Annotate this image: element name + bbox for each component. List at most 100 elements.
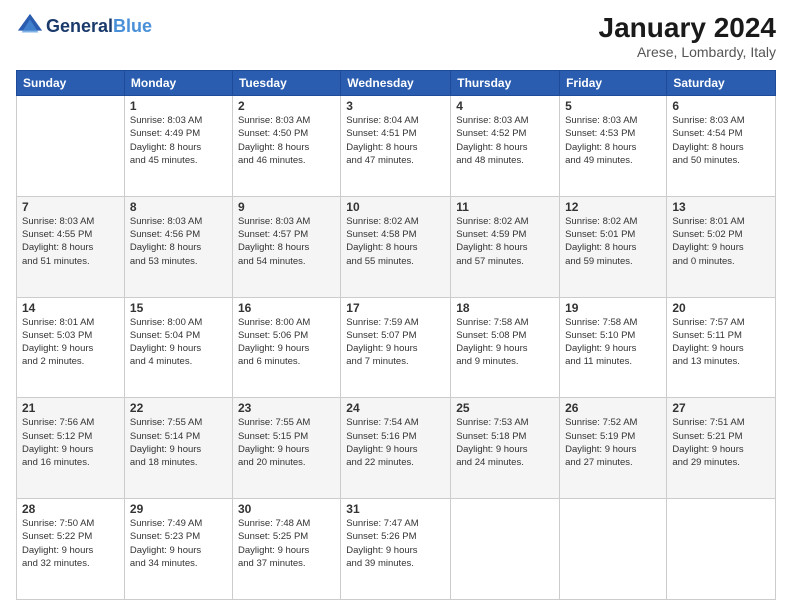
header: General Blue January 2024 Arese, Lombard… [16, 12, 776, 60]
col-tuesday: Tuesday [232, 71, 340, 96]
day-number: 8 [130, 200, 227, 214]
day-number: 26 [565, 401, 661, 415]
day-number: 19 [565, 301, 661, 315]
calendar-cell: 8Sunrise: 8:03 AMSunset: 4:56 PMDaylight… [124, 196, 232, 297]
logo-icon [16, 12, 44, 40]
calendar-cell: 25Sunrise: 7:53 AMSunset: 5:18 PMDayligh… [451, 398, 560, 499]
day-number: 17 [346, 301, 445, 315]
calendar-header-row: Sunday Monday Tuesday Wednesday Thursday… [17, 71, 776, 96]
calendar-cell: 4Sunrise: 8:03 AMSunset: 4:52 PMDaylight… [451, 96, 560, 197]
day-number: 12 [565, 200, 661, 214]
calendar-cell [560, 499, 667, 600]
day-info: Sunrise: 8:01 AMSunset: 5:02 PMDaylight:… [672, 215, 770, 268]
day-number: 13 [672, 200, 770, 214]
logo: General Blue [16, 12, 152, 40]
day-number: 2 [238, 99, 335, 113]
calendar-cell [667, 499, 776, 600]
day-number: 27 [672, 401, 770, 415]
day-number: 25 [456, 401, 554, 415]
calendar-cell: 12Sunrise: 8:02 AMSunset: 5:01 PMDayligh… [560, 196, 667, 297]
day-info: Sunrise: 7:57 AMSunset: 5:11 PMDaylight:… [672, 316, 770, 369]
calendar-cell: 18Sunrise: 7:58 AMSunset: 5:08 PMDayligh… [451, 297, 560, 398]
day-info: Sunrise: 7:58 AMSunset: 5:08 PMDaylight:… [456, 316, 554, 369]
calendar-cell: 20Sunrise: 7:57 AMSunset: 5:11 PMDayligh… [667, 297, 776, 398]
day-info: Sunrise: 7:49 AMSunset: 5:23 PMDaylight:… [130, 517, 227, 570]
calendar-cell: 5Sunrise: 8:03 AMSunset: 4:53 PMDaylight… [560, 96, 667, 197]
day-info: Sunrise: 8:02 AMSunset: 4:58 PMDaylight:… [346, 215, 445, 268]
logo-text-general: General [46, 16, 113, 37]
day-info: Sunrise: 8:00 AMSunset: 5:04 PMDaylight:… [130, 316, 227, 369]
logo-text-blue: Blue [113, 16, 152, 37]
day-number: 16 [238, 301, 335, 315]
day-info: Sunrise: 8:03 AMSunset: 4:53 PMDaylight:… [565, 114, 661, 167]
calendar-cell: 26Sunrise: 7:52 AMSunset: 5:19 PMDayligh… [560, 398, 667, 499]
calendar-cell: 6Sunrise: 8:03 AMSunset: 4:54 PMDaylight… [667, 96, 776, 197]
day-number: 7 [22, 200, 119, 214]
day-number: 1 [130, 99, 227, 113]
day-number: 14 [22, 301, 119, 315]
day-info: Sunrise: 7:54 AMSunset: 5:16 PMDaylight:… [346, 416, 445, 469]
day-info: Sunrise: 7:47 AMSunset: 5:26 PMDaylight:… [346, 517, 445, 570]
day-info: Sunrise: 7:50 AMSunset: 5:22 PMDaylight:… [22, 517, 119, 570]
day-info: Sunrise: 7:52 AMSunset: 5:19 PMDaylight:… [565, 416, 661, 469]
day-number: 11 [456, 200, 554, 214]
calendar-cell: 7Sunrise: 8:03 AMSunset: 4:55 PMDaylight… [17, 196, 125, 297]
day-info: Sunrise: 8:03 AMSunset: 4:49 PMDaylight:… [130, 114, 227, 167]
day-number: 24 [346, 401, 445, 415]
calendar-cell: 13Sunrise: 8:01 AMSunset: 5:02 PMDayligh… [667, 196, 776, 297]
location: Arese, Lombardy, Italy [599, 44, 776, 60]
day-number: 30 [238, 502, 335, 516]
day-info: Sunrise: 8:03 AMSunset: 4:52 PMDaylight:… [456, 114, 554, 167]
day-number: 10 [346, 200, 445, 214]
day-number: 4 [456, 99, 554, 113]
calendar-cell: 30Sunrise: 7:48 AMSunset: 5:25 PMDayligh… [232, 499, 340, 600]
title-block: January 2024 Arese, Lombardy, Italy [599, 12, 776, 60]
day-number: 20 [672, 301, 770, 315]
calendar-cell: 16Sunrise: 8:00 AMSunset: 5:06 PMDayligh… [232, 297, 340, 398]
calendar-cell [17, 96, 125, 197]
day-number: 18 [456, 301, 554, 315]
day-info: Sunrise: 7:51 AMSunset: 5:21 PMDaylight:… [672, 416, 770, 469]
col-sunday: Sunday [17, 71, 125, 96]
day-number: 28 [22, 502, 119, 516]
calendar-cell: 27Sunrise: 7:51 AMSunset: 5:21 PMDayligh… [667, 398, 776, 499]
day-number: 31 [346, 502, 445, 516]
calendar-week-3: 14Sunrise: 8:01 AMSunset: 5:03 PMDayligh… [17, 297, 776, 398]
col-saturday: Saturday [667, 71, 776, 96]
calendar-week-1: 1Sunrise: 8:03 AMSunset: 4:49 PMDaylight… [17, 96, 776, 197]
calendar-cell: 3Sunrise: 8:04 AMSunset: 4:51 PMDaylight… [341, 96, 451, 197]
calendar-cell: 11Sunrise: 8:02 AMSunset: 4:59 PMDayligh… [451, 196, 560, 297]
day-number: 5 [565, 99, 661, 113]
day-info: Sunrise: 8:03 AMSunset: 4:50 PMDaylight:… [238, 114, 335, 167]
calendar-cell: 21Sunrise: 7:56 AMSunset: 5:12 PMDayligh… [17, 398, 125, 499]
col-wednesday: Wednesday [341, 71, 451, 96]
calendar-cell: 23Sunrise: 7:55 AMSunset: 5:15 PMDayligh… [232, 398, 340, 499]
day-number: 3 [346, 99, 445, 113]
calendar-cell: 22Sunrise: 7:55 AMSunset: 5:14 PMDayligh… [124, 398, 232, 499]
calendar-cell [451, 499, 560, 600]
calendar-week-2: 7Sunrise: 8:03 AMSunset: 4:55 PMDaylight… [17, 196, 776, 297]
day-number: 21 [22, 401, 119, 415]
calendar: Sunday Monday Tuesday Wednesday Thursday… [16, 70, 776, 600]
calendar-cell: 24Sunrise: 7:54 AMSunset: 5:16 PMDayligh… [341, 398, 451, 499]
calendar-cell: 19Sunrise: 7:58 AMSunset: 5:10 PMDayligh… [560, 297, 667, 398]
day-info: Sunrise: 8:03 AMSunset: 4:55 PMDaylight:… [22, 215, 119, 268]
calendar-cell: 17Sunrise: 7:59 AMSunset: 5:07 PMDayligh… [341, 297, 451, 398]
day-number: 15 [130, 301, 227, 315]
day-info: Sunrise: 7:56 AMSunset: 5:12 PMDaylight:… [22, 416, 119, 469]
calendar-cell: 9Sunrise: 8:03 AMSunset: 4:57 PMDaylight… [232, 196, 340, 297]
month-title: January 2024 [599, 12, 776, 44]
day-info: Sunrise: 8:00 AMSunset: 5:06 PMDaylight:… [238, 316, 335, 369]
day-info: Sunrise: 7:53 AMSunset: 5:18 PMDaylight:… [456, 416, 554, 469]
calendar-cell: 29Sunrise: 7:49 AMSunset: 5:23 PMDayligh… [124, 499, 232, 600]
day-info: Sunrise: 8:04 AMSunset: 4:51 PMDaylight:… [346, 114, 445, 167]
calendar-cell: 2Sunrise: 8:03 AMSunset: 4:50 PMDaylight… [232, 96, 340, 197]
calendar-cell: 28Sunrise: 7:50 AMSunset: 5:22 PMDayligh… [17, 499, 125, 600]
day-info: Sunrise: 8:01 AMSunset: 5:03 PMDaylight:… [22, 316, 119, 369]
day-info: Sunrise: 7:55 AMSunset: 5:15 PMDaylight:… [238, 416, 335, 469]
day-info: Sunrise: 7:59 AMSunset: 5:07 PMDaylight:… [346, 316, 445, 369]
page: General Blue January 2024 Arese, Lombard… [0, 0, 792, 612]
day-info: Sunrise: 8:03 AMSunset: 4:54 PMDaylight:… [672, 114, 770, 167]
calendar-week-4: 21Sunrise: 7:56 AMSunset: 5:12 PMDayligh… [17, 398, 776, 499]
col-thursday: Thursday [451, 71, 560, 96]
